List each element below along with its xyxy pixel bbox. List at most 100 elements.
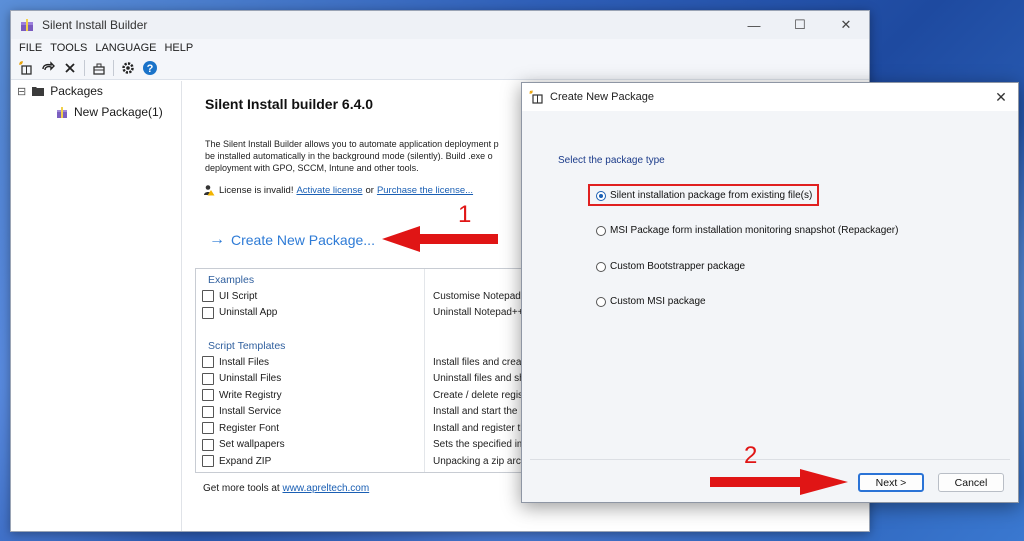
checkbox[interactable]: [202, 356, 214, 369]
option-custom-bootstrapper[interactable]: Custom Bootstrapper package: [596, 261, 745, 272]
radio-button[interactable]: [596, 296, 606, 307]
option-label: Custom MSI package: [610, 296, 706, 307]
checkbox[interactable]: [202, 405, 214, 418]
delete-icon[interactable]: [59, 58, 81, 78]
apreltech-link[interactable]: www.apreltech.com: [282, 483, 369, 494]
radio-button-selected[interactable]: [596, 190, 606, 201]
option-label: Silent installation package from existin…: [610, 190, 813, 201]
item-description: Uninstall files and sho: [433, 373, 531, 385]
annotation-arrow-left: [382, 226, 498, 252]
option-msi-repackager[interactable]: MSI Package form installation monitoring…: [596, 225, 898, 236]
toolbar-separator: [113, 60, 114, 76]
item-name: Expand ZIP: [219, 455, 272, 467]
dialog-title: Create New Package: [550, 91, 654, 103]
checkbox[interactable]: [202, 438, 214, 451]
app-icon: [20, 18, 34, 32]
option-silent-package[interactable]: Silent installation package from existin…: [596, 190, 812, 201]
close-button[interactable]: ✕: [823, 11, 869, 39]
settings-gear-icon[interactable]: [117, 58, 139, 78]
annotation-arrow-right: [710, 469, 848, 495]
dialog-title-bar: Create New Package ✕: [522, 83, 1018, 112]
description-line: be installed automatically in the backgr…: [205, 151, 493, 161]
list-item[interactable]: Uninstall Files Uninstall files and sho: [196, 371, 536, 388]
checkbox[interactable]: [202, 290, 214, 303]
page-title: Silent Install builder 6.4.0: [205, 96, 374, 112]
maximize-button[interactable]: ☐: [777, 11, 823, 39]
item-name: Install Service: [219, 406, 282, 418]
list-item[interactable]: Register Font Install and register th: [196, 420, 536, 437]
list-item[interactable]: Install Files Install files and creat: [196, 354, 536, 371]
description-line: deployment with GPO, SCCM, Intune and ot…: [205, 163, 419, 173]
package-type-label: Select the package type: [558, 155, 665, 166]
list-item[interactable]: UI Script Customise Notepad+: [196, 288, 536, 305]
dialog-close-button[interactable]: ✕: [984, 83, 1018, 111]
tree-root[interactable]: ⊟ Packages: [11, 82, 181, 100]
list-item[interactable]: Uninstall App Uninstall Notepad++: [196, 305, 536, 322]
radio-button[interactable]: [596, 261, 606, 272]
open-icon[interactable]: [37, 58, 59, 78]
examples-list: Examples UI Script Customise Notepad+ Uni…: [195, 268, 537, 473]
menu-tools[interactable]: TOOLS: [50, 42, 87, 54]
item-name: Install Files: [219, 356, 270, 368]
menu-file[interactable]: FILE: [19, 42, 42, 54]
new-package-icon[interactable]: [15, 58, 37, 78]
menu-bar: FILE TOOLS LANGUAGE HELP: [11, 39, 869, 57]
license-or-text: or: [365, 184, 374, 196]
item-description: Install and start the: [433, 406, 518, 418]
next-button[interactable]: Next >: [858, 473, 924, 492]
tree-item-new-package[interactable]: New Package(1): [11, 103, 181, 121]
collapse-icon[interactable]: ⊟: [17, 85, 26, 98]
title-bar: Silent Install Builder — ☐ ✕: [11, 11, 869, 39]
item-name: UI Script: [219, 290, 258, 302]
help-icon[interactable]: ?: [139, 58, 161, 78]
checkbox[interactable]: [202, 306, 214, 319]
checkbox[interactable]: [202, 389, 214, 402]
tree-item-label: New Package(1): [74, 105, 163, 119]
build-icon[interactable]: [88, 58, 110, 78]
activate-license-link[interactable]: Activate license: [296, 185, 362, 196]
item-name: Register Font: [219, 422, 280, 434]
menu-help[interactable]: HELP: [164, 42, 193, 54]
item-name: Write Registry: [219, 389, 282, 401]
checkbox[interactable]: [202, 455, 214, 468]
new-package-icon: [529, 90, 545, 104]
create-package-dialog: Create New Package ✕ Select the package …: [521, 82, 1019, 503]
item-description: Install files and creat: [433, 356, 525, 368]
product-description: The Silent Install Builder allows you to…: [205, 138, 535, 174]
cancel-button[interactable]: Cancel: [938, 473, 1004, 492]
list-item[interactable]: Set wallpapers Sets the specified im: [196, 437, 536, 454]
create-new-package-link[interactable]: → Create New Package...: [209, 231, 375, 249]
annotation-step-2: 2: [744, 442, 758, 469]
purchase-license-link[interactable]: Purchase the license...: [377, 185, 473, 196]
item-name: Uninstall App: [219, 307, 278, 319]
radio-button[interactable]: [596, 225, 606, 236]
item-name: Set wallpapers: [219, 439, 285, 451]
window-title: Silent Install Builder: [42, 18, 148, 32]
user-warning-icon: [203, 184, 215, 196]
more-tools-text: Get more tools at: [203, 483, 280, 494]
arrow-right-icon: →: [209, 231, 225, 248]
checkbox[interactable]: [202, 422, 214, 435]
item-description: Customise Notepad+: [433, 290, 527, 302]
option-custom-msi[interactable]: Custom MSI package: [596, 296, 706, 307]
checkbox[interactable]: [202, 372, 214, 385]
minimize-button[interactable]: —: [731, 11, 777, 39]
item-description: Sets the specified im: [433, 439, 526, 451]
menu-language[interactable]: LANGUAGE: [95, 42, 156, 54]
toolbar-separator: [84, 60, 85, 76]
option-label: MSI Package form installation monitoring…: [610, 225, 899, 236]
license-invalid-text: License is invalid!: [219, 184, 294, 196]
item-description: Uninstall Notepad++: [433, 307, 524, 319]
item-description: Unpacking a zip archi: [433, 455, 529, 467]
list-item[interactable]: Write Registry Create / delete regis: [196, 387, 536, 404]
folder-icon: [31, 85, 45, 97]
list-item[interactable]: Install Service Install and start the: [196, 404, 536, 421]
column-separator: [424, 269, 425, 472]
more-tools-footer: Get more tools at www.apreltech.com: [203, 483, 369, 494]
svg-text:?: ?: [147, 63, 154, 75]
package-tree: ⊟ Packages New Package(1): [11, 81, 182, 531]
license-status: License is invalid! Activate license or …: [203, 184, 476, 196]
tree-root-label: Packages: [50, 84, 103, 98]
list-item[interactable]: Expand ZIP Unpacking a zip archi: [196, 453, 536, 470]
toolbar: ?: [11, 57, 869, 80]
